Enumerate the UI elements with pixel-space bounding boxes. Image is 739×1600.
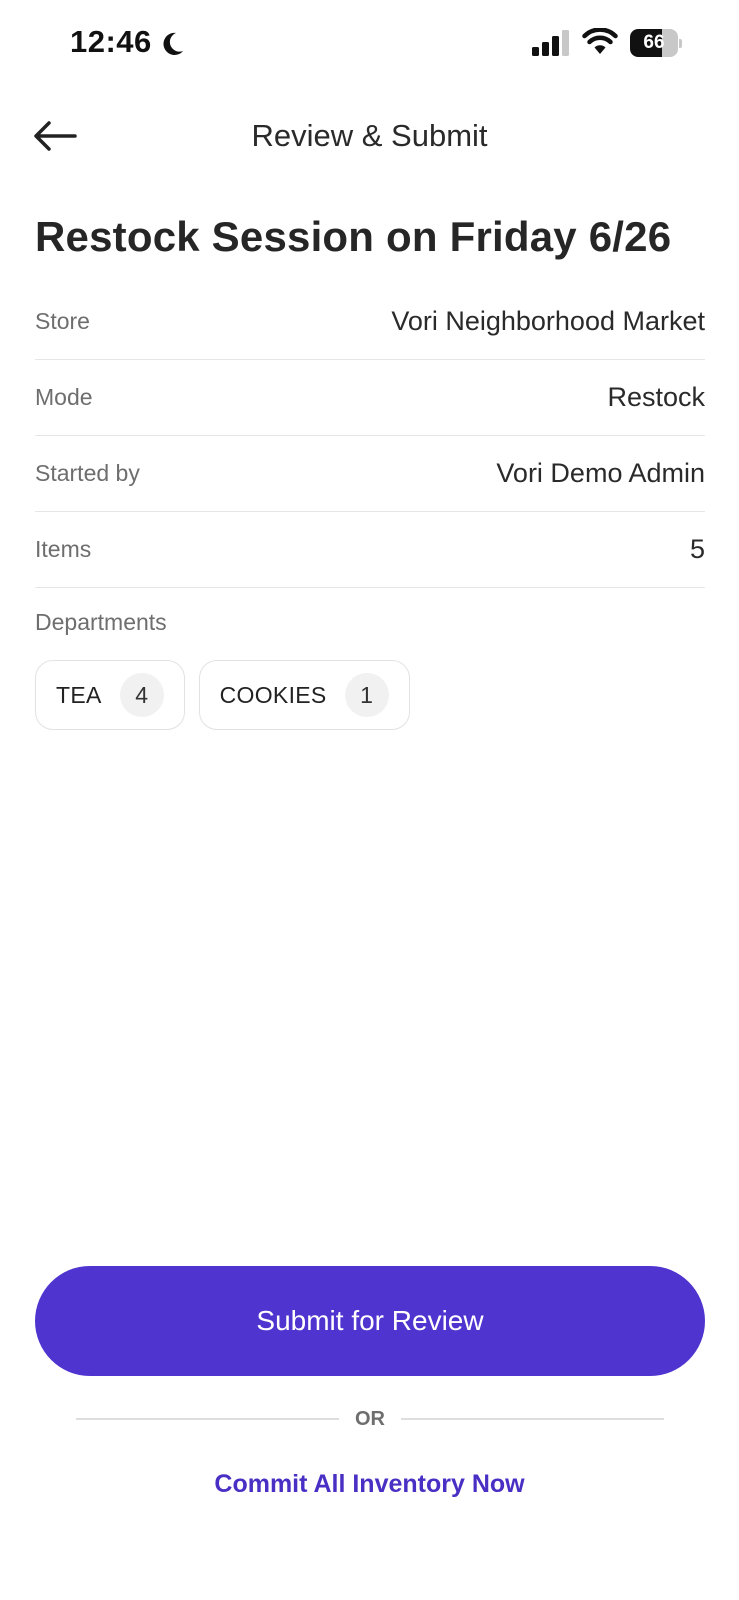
divider-line (76, 1418, 339, 1420)
divider-line (401, 1418, 664, 1420)
chip-count-badge: 1 (344, 673, 389, 717)
detail-row-started-by: Started by Vori Demo Admin (35, 436, 705, 512)
battery-icon: 66 (630, 29, 682, 57)
moon-icon (163, 32, 184, 55)
submit-for-review-button[interactable]: Submit for Review (35, 1266, 705, 1376)
battery-level: 66 (643, 32, 665, 53)
detail-label: Started by (35, 460, 140, 486)
wifi-icon (582, 28, 618, 54)
session-details: Store Vori Neighborhood Market Mode Rest… (35, 284, 705, 588)
chip-label: COOKIES (219, 681, 327, 708)
department-chip-cookies[interactable]: COOKIES 1 (198, 660, 410, 730)
detail-value: Vori Demo Admin (496, 458, 705, 488)
departments-label: Departments (35, 609, 167, 635)
detail-row-store: Store Vori Neighborhood Market (35, 284, 705, 360)
chip-count-badge: 4 (119, 673, 164, 717)
detail-label: Store (35, 308, 90, 334)
department-chips: TEA 4 COOKIES 1 (35, 660, 410, 730)
detail-value: Vori Neighborhood Market (391, 306, 705, 336)
detail-row-mode: Mode Restock (35, 360, 705, 436)
detail-value: 5 (689, 534, 705, 564)
detail-row-items: Items 5 (35, 512, 705, 588)
session-title: Restock Session on Friday 6/26 (35, 213, 672, 260)
or-text: OR (355, 1407, 385, 1430)
commit-all-inventory-link[interactable]: Commit All Inventory Now (0, 1470, 739, 1499)
chip-label: TEA (56, 681, 102, 708)
department-chip-tea[interactable]: TEA 4 (35, 660, 185, 730)
or-divider: OR (76, 1404, 664, 1434)
status-time: 12:46 (70, 24, 152, 59)
detail-value: Restock (607, 382, 705, 412)
status-bar: 12:46 66 (0, 0, 739, 90)
detail-label: Items (35, 536, 92, 562)
detail-label: Mode (35, 384, 93, 410)
signal-icon (532, 30, 569, 56)
page-header-title: Review & Submit (251, 118, 488, 153)
